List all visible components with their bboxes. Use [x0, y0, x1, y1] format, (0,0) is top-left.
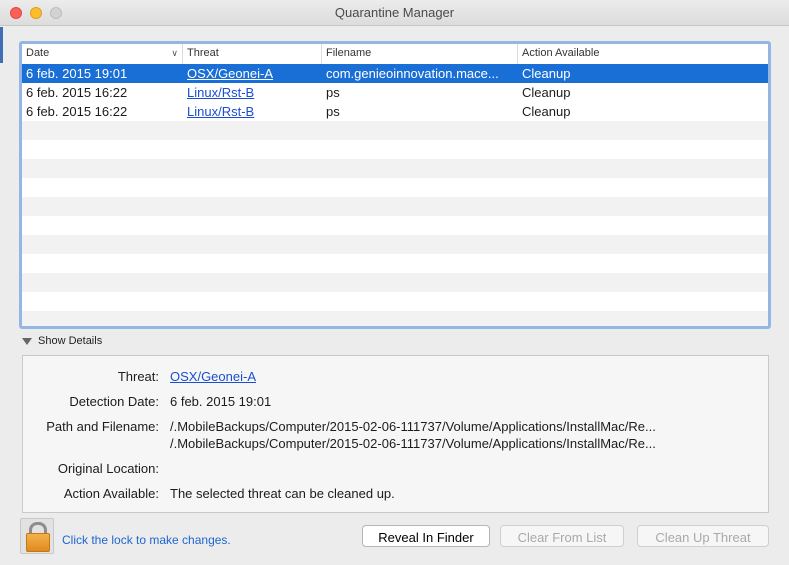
column-header-threat[interactable]: Threat: [182, 44, 321, 64]
empty-row: [22, 140, 768, 159]
row-date: 6 feb. 2015 19:01: [26, 66, 128, 81]
table-body: 6 feb. 2015 19:01 OSX/Geonei-A com.genie…: [22, 64, 768, 326]
show-details-toggle[interactable]: Show Details: [22, 335, 102, 347]
details-panel: Threat: OSX/Geonei-A Detection Date: 6 f…: [22, 355, 769, 513]
disclosure-triangle-icon: [22, 337, 32, 345]
path-value-line-1: /.MobileBackups/Computer/2015-02-06-1117…: [170, 419, 656, 434]
row-action: Cleanup: [522, 104, 571, 119]
empty-row: [22, 197, 768, 216]
detection-date-label: Detection Date:: [69, 394, 159, 409]
threat-value-link[interactable]: OSX/Geonei-A: [170, 369, 256, 384]
row-action: Cleanup: [522, 85, 571, 100]
column-header-filename[interactable]: Filename: [321, 44, 517, 64]
title-bar: Quarantine Manager: [0, 0, 789, 26]
row-threat-link[interactable]: OSX/Geonei-A: [187, 66, 273, 81]
empty-row: [22, 216, 768, 235]
clean-up-threat-button[interactable]: Clean Up Threat: [637, 525, 769, 547]
row-date: 6 feb. 2015 16:22: [26, 104, 128, 119]
row-action: Cleanup: [522, 66, 571, 81]
column-header-action[interactable]: Action Available: [517, 44, 768, 64]
path-label: Path and Filename:: [46, 419, 159, 434]
row-threat-link[interactable]: Linux/Rst-B: [187, 104, 254, 119]
sort-descending-icon: ∨: [171, 48, 178, 58]
empty-row: [22, 235, 768, 254]
clear-from-list-button[interactable]: Clear From List: [500, 525, 624, 547]
table-header: Date ∨ Threat Filename Action Available: [22, 44, 768, 65]
row-filename: ps: [326, 104, 340, 119]
action-available-label: Action Available:: [63, 486, 159, 501]
threat-label: Threat:: [117, 369, 159, 384]
table-row[interactable]: 6 feb. 2015 19:01 OSX/Geonei-A com.genie…: [22, 64, 768, 83]
row-date: 6 feb. 2015 16:22: [26, 85, 128, 100]
empty-row: [22, 292, 768, 311]
window-edge-accent: [0, 27, 3, 63]
table-row[interactable]: 6 feb. 2015 16:22 Linux/Rst-B ps Cleanup: [22, 83, 768, 102]
empty-row: [22, 121, 768, 140]
threat-table[interactable]: Date ∨ Threat Filename Action Available …: [19, 41, 771, 329]
column-header-date-label: Date: [26, 47, 50, 59]
original-location-label: Original Location:: [57, 461, 159, 476]
empty-row: [22, 311, 768, 326]
row-filename: ps: [326, 85, 340, 100]
path-value-line-2: /.MobileBackups/Computer/2015-02-06-1117…: [170, 436, 656, 451]
lock-hint-link[interactable]: Click the lock to make changes.: [62, 533, 231, 547]
empty-row: [22, 254, 768, 273]
column-header-date[interactable]: Date ∨: [22, 44, 182, 64]
row-filename: com.genieoinnovation.mace...: [326, 66, 499, 81]
empty-row: [22, 178, 768, 197]
empty-row: [22, 159, 768, 178]
show-details-label: Show Details: [38, 335, 103, 347]
empty-row: [22, 273, 768, 292]
action-available-value: The selected threat can be cleaned up.: [170, 486, 395, 501]
window-title: Quarantine Manager: [334, 5, 455, 20]
lock-icon[interactable]: [20, 518, 54, 554]
detection-date-value: 6 feb. 2015 19:01: [170, 394, 272, 409]
reveal-in-finder-button[interactable]: Reveal In Finder: [362, 525, 490, 547]
row-threat-link[interactable]: Linux/Rst-B: [187, 85, 254, 100]
table-row[interactable]: 6 feb. 2015 16:22 Linux/Rst-B ps Cleanup: [22, 102, 768, 121]
